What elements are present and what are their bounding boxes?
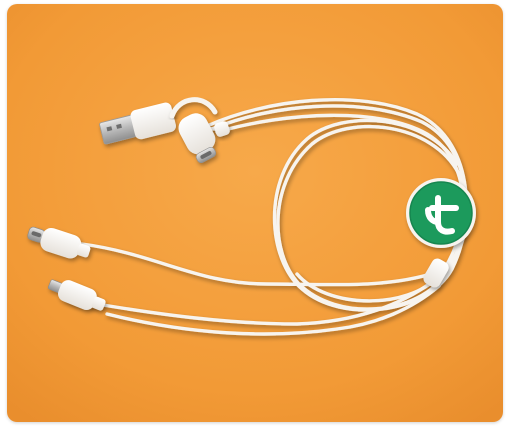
logo-badge: [406, 178, 476, 248]
image-card: [0, 0, 509, 428]
product-photo: [7, 4, 503, 422]
cable-illustration: [7, 4, 503, 422]
